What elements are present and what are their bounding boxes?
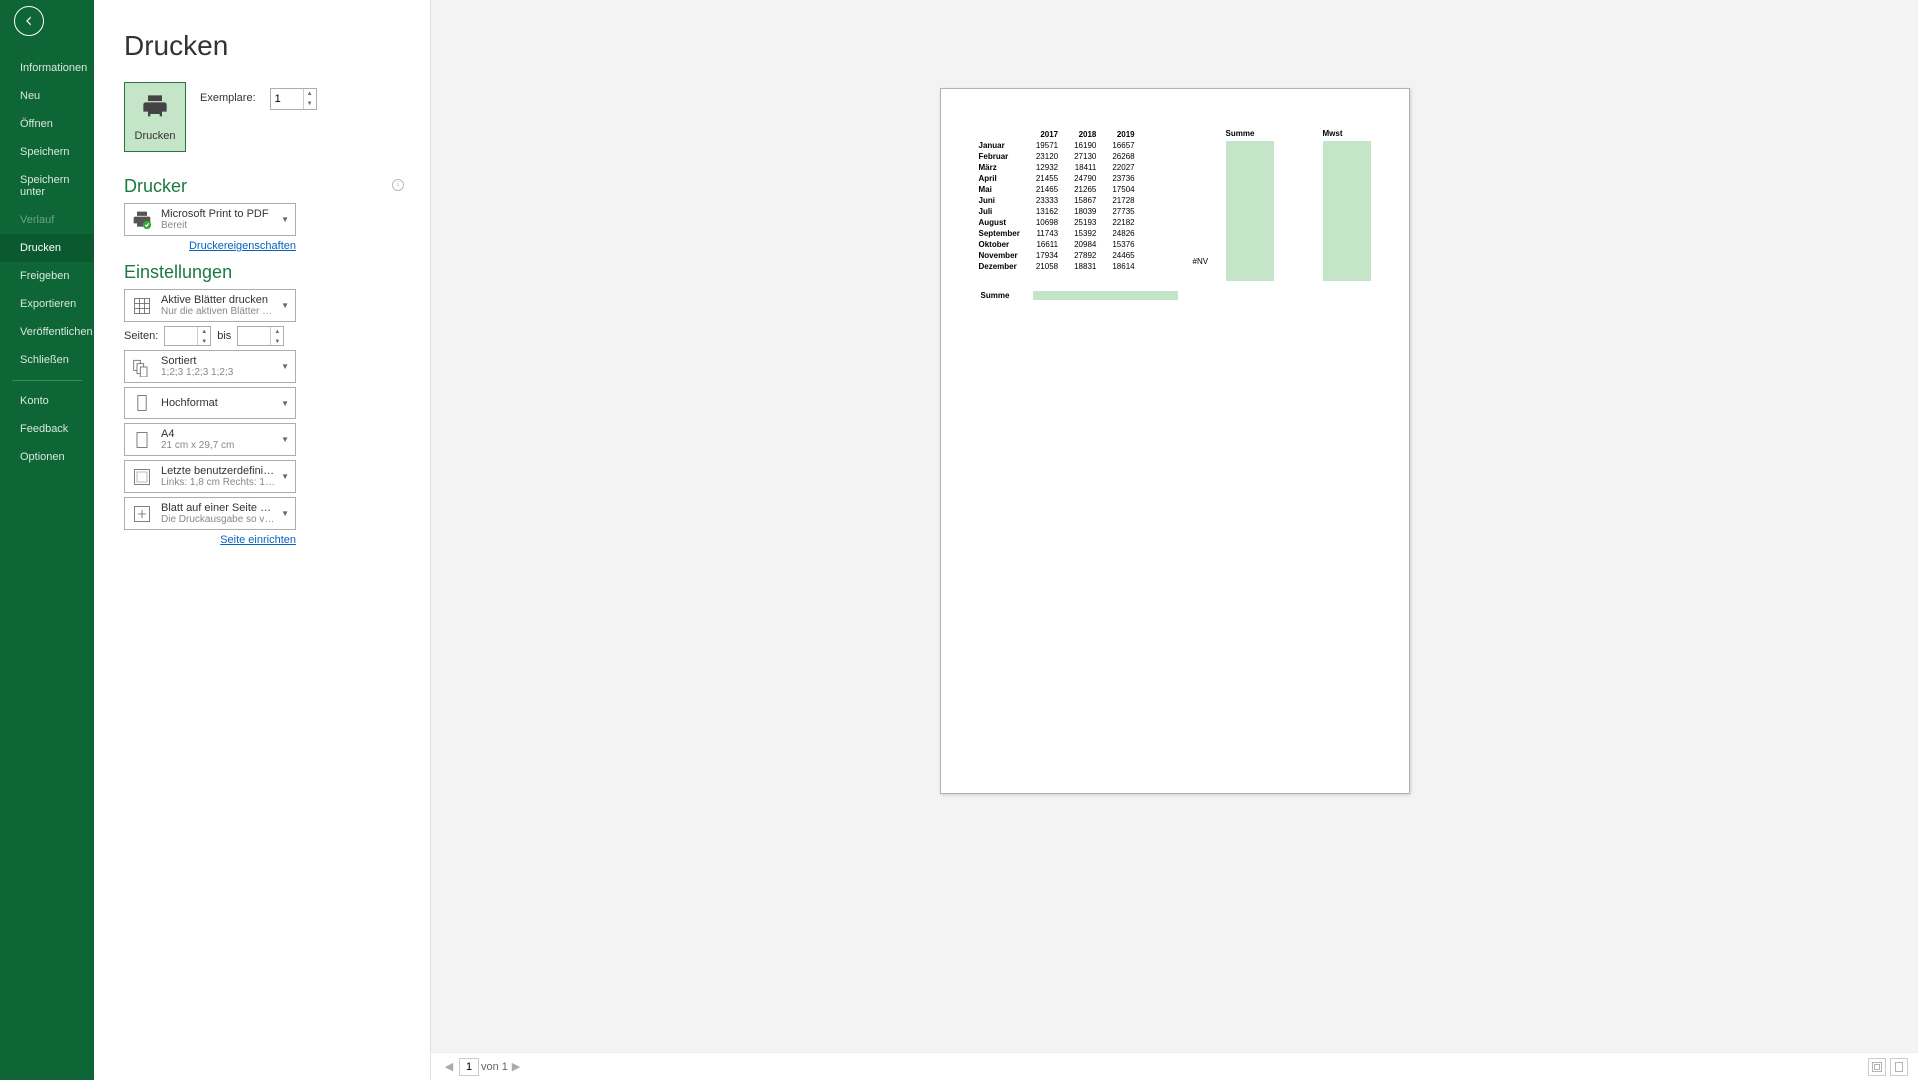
spin-up-icon[interactable]: ▲ (304, 89, 316, 99)
sheets-icon (131, 295, 153, 317)
paper-icon (131, 429, 153, 451)
backstage-sidebar: Informationen Neu Öffnen Speichern Speic… (0, 0, 94, 1080)
collate-sub: 1;2;3 1;2;3 1;2;3 (161, 367, 277, 378)
preview-footer: ◀ von 1 ▶ (431, 1052, 1918, 1080)
sidebar-item-new[interactable]: Neu (0, 82, 94, 110)
mwst-col-highlight (1323, 141, 1371, 281)
page-of-label: von 1 (481, 1061, 508, 1073)
spin-up-icon[interactable]: ▲ (198, 327, 210, 337)
chevron-down-icon: ▼ (281, 399, 289, 408)
collate-title: Sortiert (161, 355, 277, 367)
main-panel: Drucken Drucken Exemplare: ▲ ▼ Drucker i (94, 0, 1918, 1080)
mwst-col-label: Mwst (1323, 129, 1343, 138)
sidebar-item-info[interactable]: Informationen (0, 54, 94, 82)
paper-title: A4 (161, 428, 277, 440)
preview-page: 201720182019Januar195711619016657Februar… (940, 88, 1410, 794)
summe-col-highlight (1226, 141, 1274, 281)
chevron-down-icon: ▼ (281, 301, 289, 310)
print-what-sub: Nur die aktiven Blätter druc... (161, 306, 277, 317)
page-to-input[interactable] (238, 327, 270, 345)
chevron-down-icon: ▼ (281, 472, 289, 481)
chevron-down-icon: ▼ (281, 509, 289, 518)
paper-sub: 21 cm x 29,7 cm (161, 440, 277, 451)
sidebar-item-close[interactable]: Schließen (0, 346, 94, 374)
spin-up-icon[interactable]: ▲ (271, 327, 283, 337)
portrait-icon (131, 392, 153, 414)
summe-row-label: Summe (981, 291, 1010, 300)
pages-to-label: bis (217, 330, 231, 342)
sidebar-item-publish[interactable]: Veröffentlichen (0, 318, 94, 346)
nv-value: #NV (1193, 257, 1209, 266)
back-button[interactable] (14, 6, 44, 36)
collate-icon (131, 356, 153, 378)
divider (12, 380, 82, 381)
info-icon[interactable]: i (392, 179, 404, 191)
prev-page-button[interactable]: ◀ (441, 1060, 457, 1073)
printer-icon (141, 93, 169, 126)
margins-icon (131, 466, 153, 488)
page-number-input[interactable] (459, 1058, 479, 1076)
orientation-title: Hochformat (161, 397, 277, 409)
spin-down-icon[interactable]: ▼ (198, 337, 210, 347)
print-what-dropdown[interactable]: Aktive Blätter drucken Nur die aktiven B… (124, 289, 296, 322)
print-button-label: Drucken (135, 130, 176, 142)
next-page-button[interactable]: ▶ (508, 1060, 524, 1073)
sidebar-item-print[interactable]: Drucken (0, 234, 94, 262)
scaling-icon (131, 503, 153, 525)
print-settings-column: Drucken Drucken Exemplare: ▲ ▼ Drucker i (124, 30, 404, 554)
summe-col-label: Summe (1226, 129, 1255, 138)
margins-dropdown[interactable]: Letzte benutzerdefinierte Sei... Links: … (124, 460, 296, 493)
printer-status: Bereit (161, 220, 277, 231)
paper-dropdown[interactable]: A4 21 cm x 29,7 cm ▼ (124, 423, 296, 456)
zoom-to-page-button[interactable] (1890, 1058, 1908, 1076)
copies-spinner[interactable]: ▲ ▼ (270, 88, 317, 110)
chevron-down-icon: ▼ (281, 435, 289, 444)
chevron-down-icon: ▼ (281, 215, 289, 224)
page-title: Drucken (124, 30, 404, 62)
collate-dropdown[interactable]: Sortiert 1;2;3 1;2;3 1;2;3 ▼ (124, 350, 296, 383)
sidebar-item-save[interactable]: Speichern (0, 138, 94, 166)
print-preview-area: 201720182019Januar195711619016657Februar… (431, 0, 1918, 1052)
sidebar-item-history: Verlauf (0, 206, 94, 234)
page-from-input[interactable] (165, 327, 197, 345)
orientation-dropdown[interactable]: Hochformat ▼ (124, 387, 296, 419)
spin-down-icon[interactable]: ▼ (304, 99, 316, 109)
print-what-title: Aktive Blätter drucken (161, 294, 277, 306)
printer-name: Microsoft Print to PDF (161, 208, 277, 220)
page-from-spinner[interactable]: ▲▼ (164, 326, 211, 346)
copies-label: Exemplare: (200, 92, 256, 104)
page-setup-link[interactable]: Seite einrichten (124, 534, 296, 546)
scaling-sub: Die Druckausgabe so verklei... (161, 514, 277, 525)
show-margins-button[interactable] (1868, 1058, 1886, 1076)
chevron-down-icon: ▼ (281, 362, 289, 371)
margins-title: Letzte benutzerdefinierte Sei... (161, 465, 277, 477)
sidebar-item-share[interactable]: Freigeben (0, 262, 94, 290)
scaling-dropdown[interactable]: Blatt auf einer Seite darstellen Die Dru… (124, 497, 296, 530)
printer-properties-link[interactable]: Druckereigenschaften (124, 240, 296, 252)
sidebar-item-saveas[interactable]: Speichern unter (0, 166, 94, 206)
printer-dropdown[interactable]: Microsoft Print to PDF Bereit ▼ (124, 203, 296, 236)
sidebar-item-open[interactable]: Öffnen (0, 110, 94, 138)
page-to-spinner[interactable]: ▲▼ (237, 326, 284, 346)
summe-row-highlight (1033, 291, 1178, 300)
copies-input[interactable] (271, 89, 303, 109)
sidebar-item-export[interactable]: Exportieren (0, 290, 94, 318)
spin-down-icon[interactable]: ▼ (271, 337, 283, 347)
scaling-title: Blatt auf einer Seite darstellen (161, 502, 277, 514)
printer-heading: Drucker (124, 176, 187, 197)
printer-ready-icon (131, 209, 153, 231)
print-button[interactable]: Drucken (124, 82, 186, 152)
settings-heading: Einstellungen (124, 262, 404, 283)
pages-label: Seiten: (124, 330, 158, 342)
preview-table: 201720182019Januar195711619016657Februar… (971, 129, 1143, 272)
sidebar-item-options[interactable]: Optionen (0, 443, 94, 471)
margins-sub: Links: 1,8 cm Rechts: 1,8 cm (161, 477, 277, 488)
sidebar-item-account[interactable]: Konto (0, 387, 94, 415)
sidebar-item-feedback[interactable]: Feedback (0, 415, 94, 443)
